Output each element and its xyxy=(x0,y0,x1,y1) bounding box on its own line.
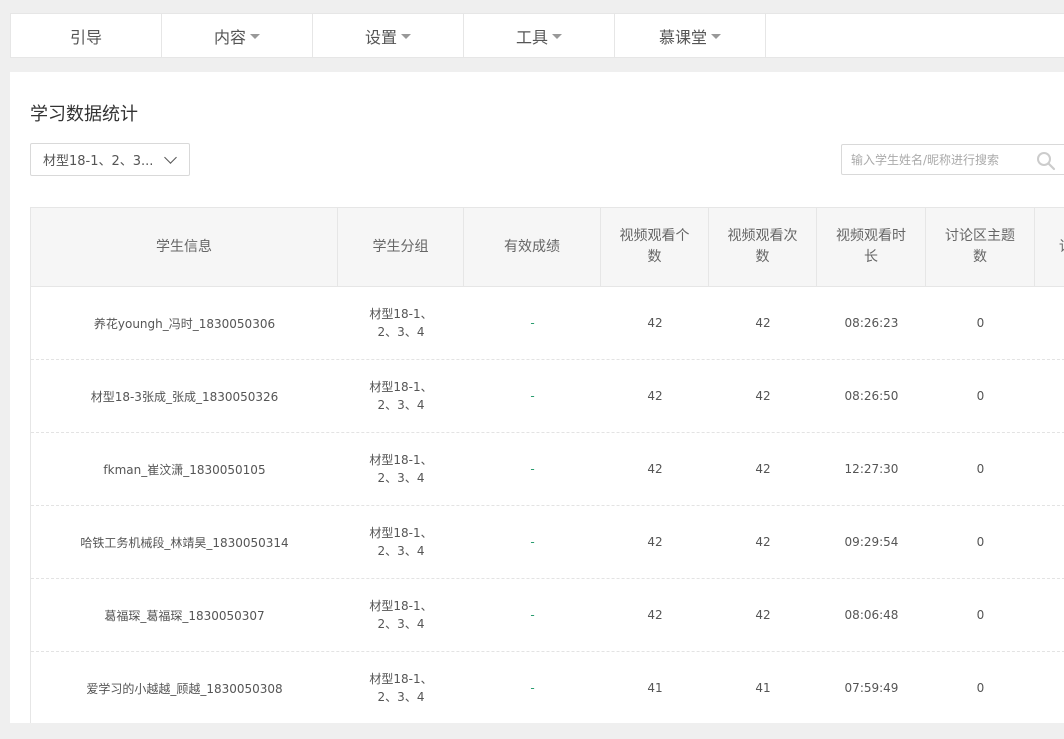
cell-valid-score: - xyxy=(530,535,535,549)
cell-valid-score: - xyxy=(530,462,535,476)
header-discussion-more[interactable]: 讨 xyxy=(1035,208,1064,287)
cell-video-views: 41 xyxy=(755,681,771,695)
cell-more xyxy=(1035,506,1064,578)
table-row: 葛福琛_葛福琛_1830050307 材型18-1、2、3、4 - 42 42 … xyxy=(31,579,1064,652)
cell-more xyxy=(1035,287,1064,359)
header-student-info[interactable]: 学生信息 xyxy=(31,208,338,287)
search-icon[interactable] xyxy=(1036,151,1056,171)
header-discussion-topics[interactable]: 讨论区主题数 xyxy=(926,208,1035,287)
cell-student-group: 材型18-1、2、3、4 xyxy=(369,380,433,412)
cell-more xyxy=(1035,652,1064,723)
cell-video-count: 42 xyxy=(647,608,663,622)
cell-video-time: 08:26:50 xyxy=(844,389,899,403)
table-row: 哈铁工务机械段_林靖昊_1830050314 材型18-1、2、3、4 - 42… xyxy=(31,506,1064,579)
table-row: 养花youngh_冯时_1830050306 材型18-1、2、3、4 - 42… xyxy=(31,287,1064,360)
cell-discussion-topics: 0 xyxy=(976,535,985,549)
cell-video-views: 42 xyxy=(755,389,771,403)
cell-student-info: 葛福琛_葛福琛_1830050307 xyxy=(104,608,265,623)
stats-table: 学生信息 学生分组 有效成绩 视频观看个数 视频观看次数 视频观看时长 讨论区主… xyxy=(30,207,1064,723)
cell-video-views: 42 xyxy=(755,535,771,549)
search-box xyxy=(841,144,1064,175)
cell-video-count: 42 xyxy=(647,462,663,476)
cell-more xyxy=(1035,360,1064,432)
header-student-group[interactable]: 学生分组 xyxy=(338,208,464,287)
header-valid-score[interactable]: 有效成绩 xyxy=(464,208,601,287)
cell-discussion-topics: 0 xyxy=(976,681,985,695)
cell-video-time: 09:29:54 xyxy=(844,535,899,549)
cell-video-views: 42 xyxy=(755,608,771,622)
cell-video-time: 08:26:23 xyxy=(844,316,899,330)
nav-item-settings[interactable]: 设置 xyxy=(313,14,464,57)
cell-student-info: 养花youngh_冯时_1830050306 xyxy=(93,316,276,331)
caret-down-icon xyxy=(401,34,411,39)
header-video-views[interactable]: 视频观看次数 xyxy=(709,208,817,287)
nav-item-label: 引导 xyxy=(69,27,102,47)
caret-down-icon xyxy=(552,34,562,39)
cell-student-group: 材型18-1、2、3、4 xyxy=(369,526,433,558)
cell-student-group: 材型18-1、2、3、4 xyxy=(369,672,433,704)
class-select-value: 材型18-1、2、3... xyxy=(43,154,154,169)
nav-item-tools[interactable]: 工具 xyxy=(464,14,615,57)
cell-discussion-topics: 0 xyxy=(976,316,985,330)
cell-video-count: 42 xyxy=(647,535,663,549)
nav-item-label: 工具 xyxy=(515,27,548,47)
table-row: 爱学习的小越越_顾越_1830050308 材型18-1、2、3、4 - 41 … xyxy=(31,652,1064,723)
nav-item-label: 内容 xyxy=(213,27,246,47)
cell-valid-score: - xyxy=(530,681,535,695)
nav-item-label: 慕课堂 xyxy=(658,27,707,47)
page-title: 学习数据统计 xyxy=(30,104,138,125)
main-panel: 学习数据统计 材型18-1、2、3... 学生信息 学生分组 有效成绩 视频观看… xyxy=(10,72,1064,723)
cell-student-info: 哈铁工务机械段_林靖昊_1830050314 xyxy=(80,535,289,550)
chevron-down-icon xyxy=(164,151,177,164)
cell-discussion-topics: 0 xyxy=(976,608,985,622)
nav-item-guide[interactable]: 引导 xyxy=(11,14,162,57)
cell-student-group: 材型18-1、2、3、4 xyxy=(369,453,433,485)
cell-valid-score: - xyxy=(530,389,535,403)
cell-video-time: 07:59:49 xyxy=(844,681,899,695)
cell-student-info: 材型18-3张成_张成_1830050326 xyxy=(90,389,279,404)
table-row: fkman_崔汶潇_1830050105 材型18-1、2、3、4 - 42 4… xyxy=(31,433,1064,506)
cell-video-time: 12:27:30 xyxy=(844,462,899,476)
cell-discussion-topics: 0 xyxy=(976,389,985,403)
cell-student-info: fkman_崔汶潇_1830050105 xyxy=(103,462,266,477)
table-row: 材型18-3张成_张成_1830050326 材型18-1、2、3、4 - 42… xyxy=(31,360,1064,433)
cell-video-count: 42 xyxy=(647,316,663,330)
cell-more xyxy=(1035,579,1064,651)
cell-student-info: 爱学习的小越越_顾越_1830050308 xyxy=(86,681,283,696)
top-nav: 引导 内容 设置 工具 慕课堂 xyxy=(10,13,1064,58)
caret-down-icon xyxy=(711,34,721,39)
header-video-count[interactable]: 视频观看个数 xyxy=(601,208,709,287)
cell-video-count: 42 xyxy=(647,389,663,403)
cell-more xyxy=(1035,433,1064,505)
nav-item-mooc-classroom[interactable]: 慕课堂 xyxy=(615,14,766,57)
cell-student-group: 材型18-1、2、3、4 xyxy=(369,307,433,339)
cell-video-views: 42 xyxy=(755,462,771,476)
caret-down-icon xyxy=(250,34,260,39)
cell-discussion-topics: 0 xyxy=(976,462,985,476)
search-input[interactable] xyxy=(842,145,1022,174)
cell-student-group: 材型18-1、2、3、4 xyxy=(369,599,433,631)
cell-video-time: 08:06:48 xyxy=(844,608,899,622)
class-select[interactable]: 材型18-1、2、3... xyxy=(30,143,190,176)
header-video-time[interactable]: 视频观看时长 xyxy=(817,208,926,287)
nav-item-content[interactable]: 内容 xyxy=(162,14,313,57)
cell-valid-score: - xyxy=(530,608,535,622)
cell-video-views: 42 xyxy=(755,316,771,330)
table-header-row: 学生信息 学生分组 有效成绩 视频观看个数 视频观看次数 视频观看时长 讨论区主… xyxy=(31,208,1064,287)
page-bottom-strip xyxy=(0,723,1064,739)
cell-video-count: 41 xyxy=(647,681,663,695)
cell-valid-score: - xyxy=(530,316,535,330)
nav-item-label: 设置 xyxy=(364,27,397,47)
